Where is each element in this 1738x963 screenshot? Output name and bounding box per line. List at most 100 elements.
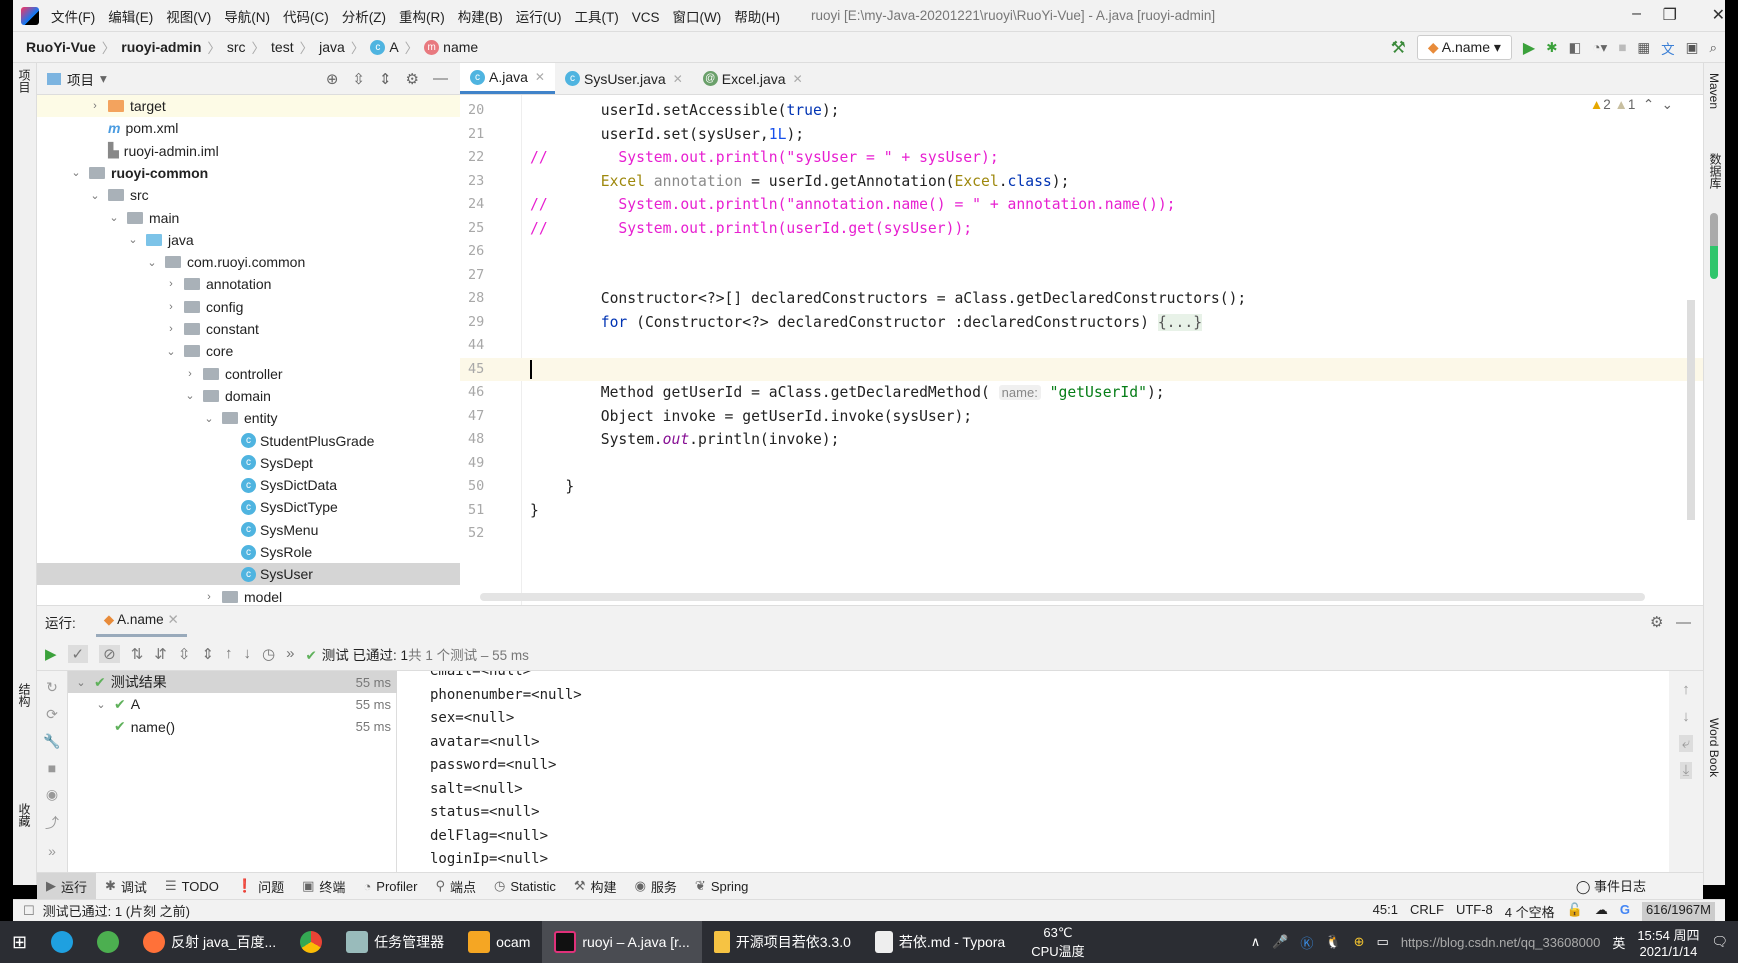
show-ignored-icon[interactable]: ⊘ [99,644,120,663]
code-line[interactable]: 50 } [460,475,1703,499]
next-failed-icon[interactable]: ↓ [244,645,252,662]
tree-item[interactable]: m pom.xml [37,117,460,139]
tool-tab[interactable]: ⚒ 构建 [565,873,626,900]
tree-item[interactable]: › model [37,586,460,605]
soft-wrap-icon[interactable]: ⤶ [1678,735,1694,752]
test-result-row[interactable]: ⌄ ✔ 测试结果 55 ms [68,671,397,693]
menu-item[interactable]: VCS [632,10,660,25]
tree-item[interactable]: c SysDept [37,452,460,474]
wrench-icon[interactable]: 🔧 [43,733,60,750]
project-view-select[interactable]: 项目 [67,69,94,89]
code-line[interactable]: 25 // System.out.println(userId.get(sysUs… [460,217,1703,241]
chevron-down-icon[interactable]: ⌄ [164,345,178,358]
tree-item[interactable]: ⌄ com.ruoyi.common [37,251,460,273]
close-tab-icon[interactable]: ✕ [673,72,683,86]
tree-item[interactable]: › target [37,95,460,117]
close-tab-icon[interactable]: ✕ [793,72,803,86]
code-line[interactable]: 23 Excel annotation = userId.getAnnotati… [460,170,1703,194]
qq-icon[interactable]: 🐧 [1325,934,1341,950]
tool-tab[interactable]: ◉ 服务 [626,873,686,900]
menu-item[interactable]: 视图(V) [166,10,211,25]
code-line[interactable]: 29 for (Constructor<?> declaredConstruct… [460,311,1703,335]
taskbar-firefox[interactable]: 反射 java_百度... [131,921,288,963]
run-settings-gear-icon[interactable]: ⚙ [1650,614,1663,631]
tool-tab[interactable]: ◔ Profiler [354,873,426,900]
code-line[interactable]: 51} [460,499,1703,523]
coverage-icon[interactable]: ◧ [1569,40,1582,56]
settings-gear-icon[interactable]: ⚙ [406,70,419,88]
stop-icon[interactable]: ■ [48,760,56,776]
taskbar-ocam[interactable]: ocam [456,921,542,963]
editor-tab[interactable]: @ Excel.java ✕ [693,63,813,94]
scroll-to-end-icon[interactable]: ⤓ [1679,762,1693,779]
chevron-right-icon[interactable]: › [164,323,178,335]
database-stripe-button[interactable]: 数据库 [1707,153,1724,189]
show-passed-icon[interactable]: ✓ [67,644,89,663]
code-line[interactable]: 21 userId.set(sysUser,1L); [460,123,1703,147]
code-editor[interactable]: 20 userId.setAccessible(true); 21 userId.… [460,95,1703,605]
chevron-right-icon[interactable]: › [202,591,216,603]
run-hide-icon[interactable]: — [1676,614,1691,631]
tool-tab[interactable]: ▣ 终端 [293,873,354,900]
crumb-java[interactable]: java [319,39,345,55]
ie-browser-icon[interactable] [85,921,131,963]
prev-failed-icon[interactable]: ↑ [225,645,233,662]
sync-icon[interactable]: ☁ [1595,902,1608,921]
close-button[interactable]: ✕ [1712,5,1725,25]
tray-expand-icon[interactable]: ∧ [1251,934,1261,950]
maven-stripe-button[interactable]: Maven [1707,73,1721,109]
crumb-class[interactable]: A [389,39,398,55]
menu-item[interactable]: 导航(N) [224,10,270,25]
tool-tab[interactable]: ❦ Spring [686,873,757,900]
history-icon[interactable]: ◷ [262,645,275,663]
chevron-down-icon[interactable]: ⌄ [107,211,121,224]
editor-tab[interactable]: c A.java ✕ [460,63,555,94]
tree-item[interactable]: ▙ ruoyi-admin.iml [37,140,460,162]
inspection-widget[interactable]: ▲2 ▲1 ⌃ ⌄ [1590,97,1673,113]
ime-indicator[interactable]: 英 [1612,933,1625,952]
code-line[interactable]: 28 Constructor<?>[] declaredConstructors… [460,287,1703,311]
notifications-icon[interactable]: 🗨 [1711,934,1728,950]
tree-item[interactable]: ⌄ domain [37,385,460,407]
microphone-icon[interactable]: 🎤 [1272,934,1288,950]
app-tray-icon[interactable]: ⊕ [1354,934,1365,950]
tool-tab[interactable]: ▶ 运行 [37,872,97,900]
menu-item[interactable]: 工具(T) [575,10,619,25]
tree-item[interactable]: c SysMenu [37,519,460,541]
run-tab[interactable]: ◆ A.name ✕ [95,606,187,637]
export-icon[interactable]: ⤴ [45,813,59,833]
menu-item[interactable]: 代码(C) [283,10,329,25]
menu-item[interactable]: 文件(F) [51,10,95,25]
lock-icon[interactable]: 🔓 [1567,902,1583,921]
tree-item[interactable]: ⌄ ruoyi-common [37,162,460,184]
project-structure-icon[interactable]: ▦ [1637,40,1650,56]
favorites-stripe-button[interactable]: 收藏 [16,803,33,827]
search-icon[interactable]: ⌕ [1709,40,1717,56]
line-separator[interactable]: CRLF [1410,902,1444,921]
debug-icon[interactable]: ✱ [1546,40,1557,56]
close-tab-icon[interactable]: ✕ [535,70,545,84]
tree-item[interactable]: c SysUser [37,563,460,586]
tool-tab[interactable]: ⚲ 端点 [426,873,485,900]
toggle-tool-windows-icon[interactable]: ☐ [23,903,35,919]
tree-item[interactable]: c SysRole [37,541,460,563]
camera-icon[interactable]: ◉ [46,786,58,803]
memory-usage[interactable]: 616/1967M [1641,902,1715,921]
code-line[interactable]: 44 [460,334,1703,358]
crumb-module[interactable]: ruoyi-admin [121,39,201,55]
code-line[interactable]: 49 [460,452,1703,476]
menu-item[interactable]: 重构(R) [399,10,445,25]
collapse-all-icon[interactable]: ⇕ [379,70,392,88]
toggle-auto-test-icon[interactable]: ⟳ [46,706,58,723]
console-output[interactable]: email=<null> phonenumber=<null> sex=<null>… [397,671,1669,885]
more-icon[interactable]: » [48,843,56,859]
chevron-down-icon[interactable]: ⌄ [145,256,159,269]
taskbar-explorer[interactable]: 开源项目若依3.3.0 [702,921,863,963]
tool-tab[interactable]: ☰ TODO [156,873,228,900]
chevron-down-icon[interactable]: ⌄ [183,389,197,402]
event-log-button[interactable]: ◯ 事件日志 [1576,876,1646,895]
chevron-down-icon[interactable]: ⌄ [202,412,216,425]
code-line[interactable]: 26 [460,240,1703,264]
horizontal-scrollbar[interactable] [480,593,1645,601]
chrome-icon[interactable] [288,921,334,963]
